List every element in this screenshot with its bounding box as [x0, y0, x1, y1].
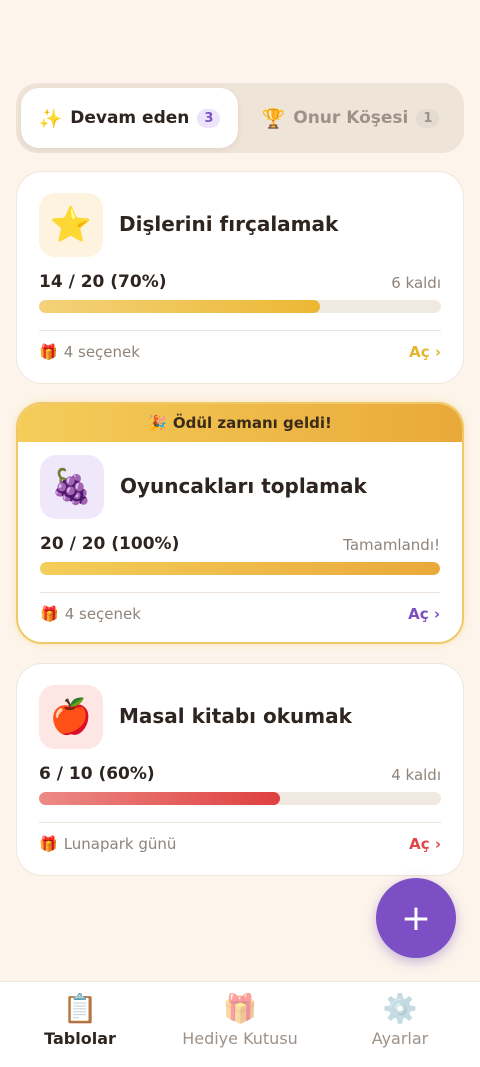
- tab-label: Devam eden: [70, 108, 190, 128]
- bottom-navigation: 📋 Tablolar 🎁 Hediye Kutusu ⚙️ Ayarlar: [0, 981, 480, 1067]
- progress-bar: [40, 562, 440, 575]
- banner-text: Ödül zamanı geldi!: [172, 414, 332, 432]
- apple-icon: 🍎: [39, 685, 103, 749]
- progress-bar-fill: [39, 300, 321, 313]
- clipboard-icon: 📋: [62, 992, 98, 1025]
- chart-card-toys[interactable]: 🎉 Ödül zamanı geldi! 🍇 Oyuncakları topla…: [16, 402, 464, 644]
- nav-item-charts[interactable]: 📋 Tablolar: [0, 982, 160, 1067]
- status-text: 4 kaldı: [391, 766, 441, 784]
- count-badge: 3: [197, 108, 221, 128]
- gift-icon: 🎁: [222, 992, 258, 1025]
- nav-label: Ayarlar: [371, 1029, 429, 1048]
- gift-icon: 🎁: [40, 605, 59, 623]
- gift-icon: 🎁: [39, 835, 58, 853]
- party-popper-icon: 🎉: [148, 414, 167, 432]
- divider: [39, 822, 441, 823]
- progress-text: 20 / 20 (100%): [40, 534, 180, 554]
- card-title: Masal kitabı okumak: [119, 704, 352, 728]
- status-text: 6 kaldı: [391, 274, 441, 292]
- sparkles-icon: ✨: [38, 107, 63, 130]
- card-title: Dişlerini fırçalamak: [119, 212, 339, 236]
- card-title: Oyuncakları toplamak: [120, 474, 367, 498]
- tab-in-progress[interactable]: ✨ Devam eden 3: [21, 88, 238, 148]
- reward-info: 🎁 4 seçenek: [40, 605, 141, 623]
- trophy-icon: 🏆: [261, 107, 286, 130]
- reward-info: 🎁 Lunapark günü: [39, 835, 176, 853]
- nav-label: Hediye Kutusu: [182, 1029, 298, 1048]
- add-chart-button[interactable]: +: [376, 878, 456, 958]
- open-button[interactable]: Aç ›: [409, 343, 441, 361]
- reward-text: Lunapark günü: [63, 835, 177, 853]
- progress-bar-fill: [39, 792, 281, 805]
- plus-icon: +: [400, 897, 432, 939]
- divider: [40, 592, 440, 593]
- progress-bar: [39, 792, 441, 805]
- reward-text: 4 seçenek: [63, 343, 140, 361]
- star-icon: ⭐: [39, 193, 103, 257]
- progress-text: 6 / 10 (60%): [39, 764, 155, 784]
- count-badge: 1: [416, 108, 440, 128]
- reward-time-banner: 🎉 Ödül zamanı geldi!: [18, 404, 462, 442]
- progress-bar-fill: [40, 562, 440, 575]
- grapes-icon: 🍇: [40, 455, 104, 519]
- nav-label: Tablolar: [44, 1029, 116, 1048]
- tab-hall-of-fame[interactable]: 🏆 Onur Köşesi 1: [242, 88, 459, 148]
- progress-bar: [39, 300, 441, 313]
- nav-item-settings[interactable]: ⚙️ Ayarlar: [320, 982, 480, 1067]
- chart-card-brush-teeth[interactable]: ⭐ Dişlerini fırçalamak 14 / 20 (70%) 6 k…: [16, 171, 464, 384]
- reward-text: 4 seçenek: [64, 605, 141, 623]
- reward-info: 🎁 4 seçenek: [39, 343, 140, 361]
- status-text: Tamamlandı!: [343, 536, 440, 554]
- open-button[interactable]: Aç ›: [409, 835, 441, 853]
- gift-icon: 🎁: [39, 343, 58, 361]
- tab-switcher: ✨ Devam eden 3 🏆 Onur Köşesi 1: [16, 83, 464, 153]
- tab-label: Onur Köşesi: [293, 108, 409, 128]
- nav-item-gift-box[interactable]: 🎁 Hediye Kutusu: [160, 982, 320, 1067]
- progress-text: 14 / 20 (70%): [39, 272, 167, 292]
- chart-card-story-book[interactable]: 🍎 Masal kitabı okumak 6 / 10 (60%) 4 kal…: [16, 663, 464, 876]
- gear-icon: ⚙️: [382, 992, 418, 1025]
- divider: [39, 330, 441, 331]
- open-button[interactable]: Aç ›: [408, 605, 440, 623]
